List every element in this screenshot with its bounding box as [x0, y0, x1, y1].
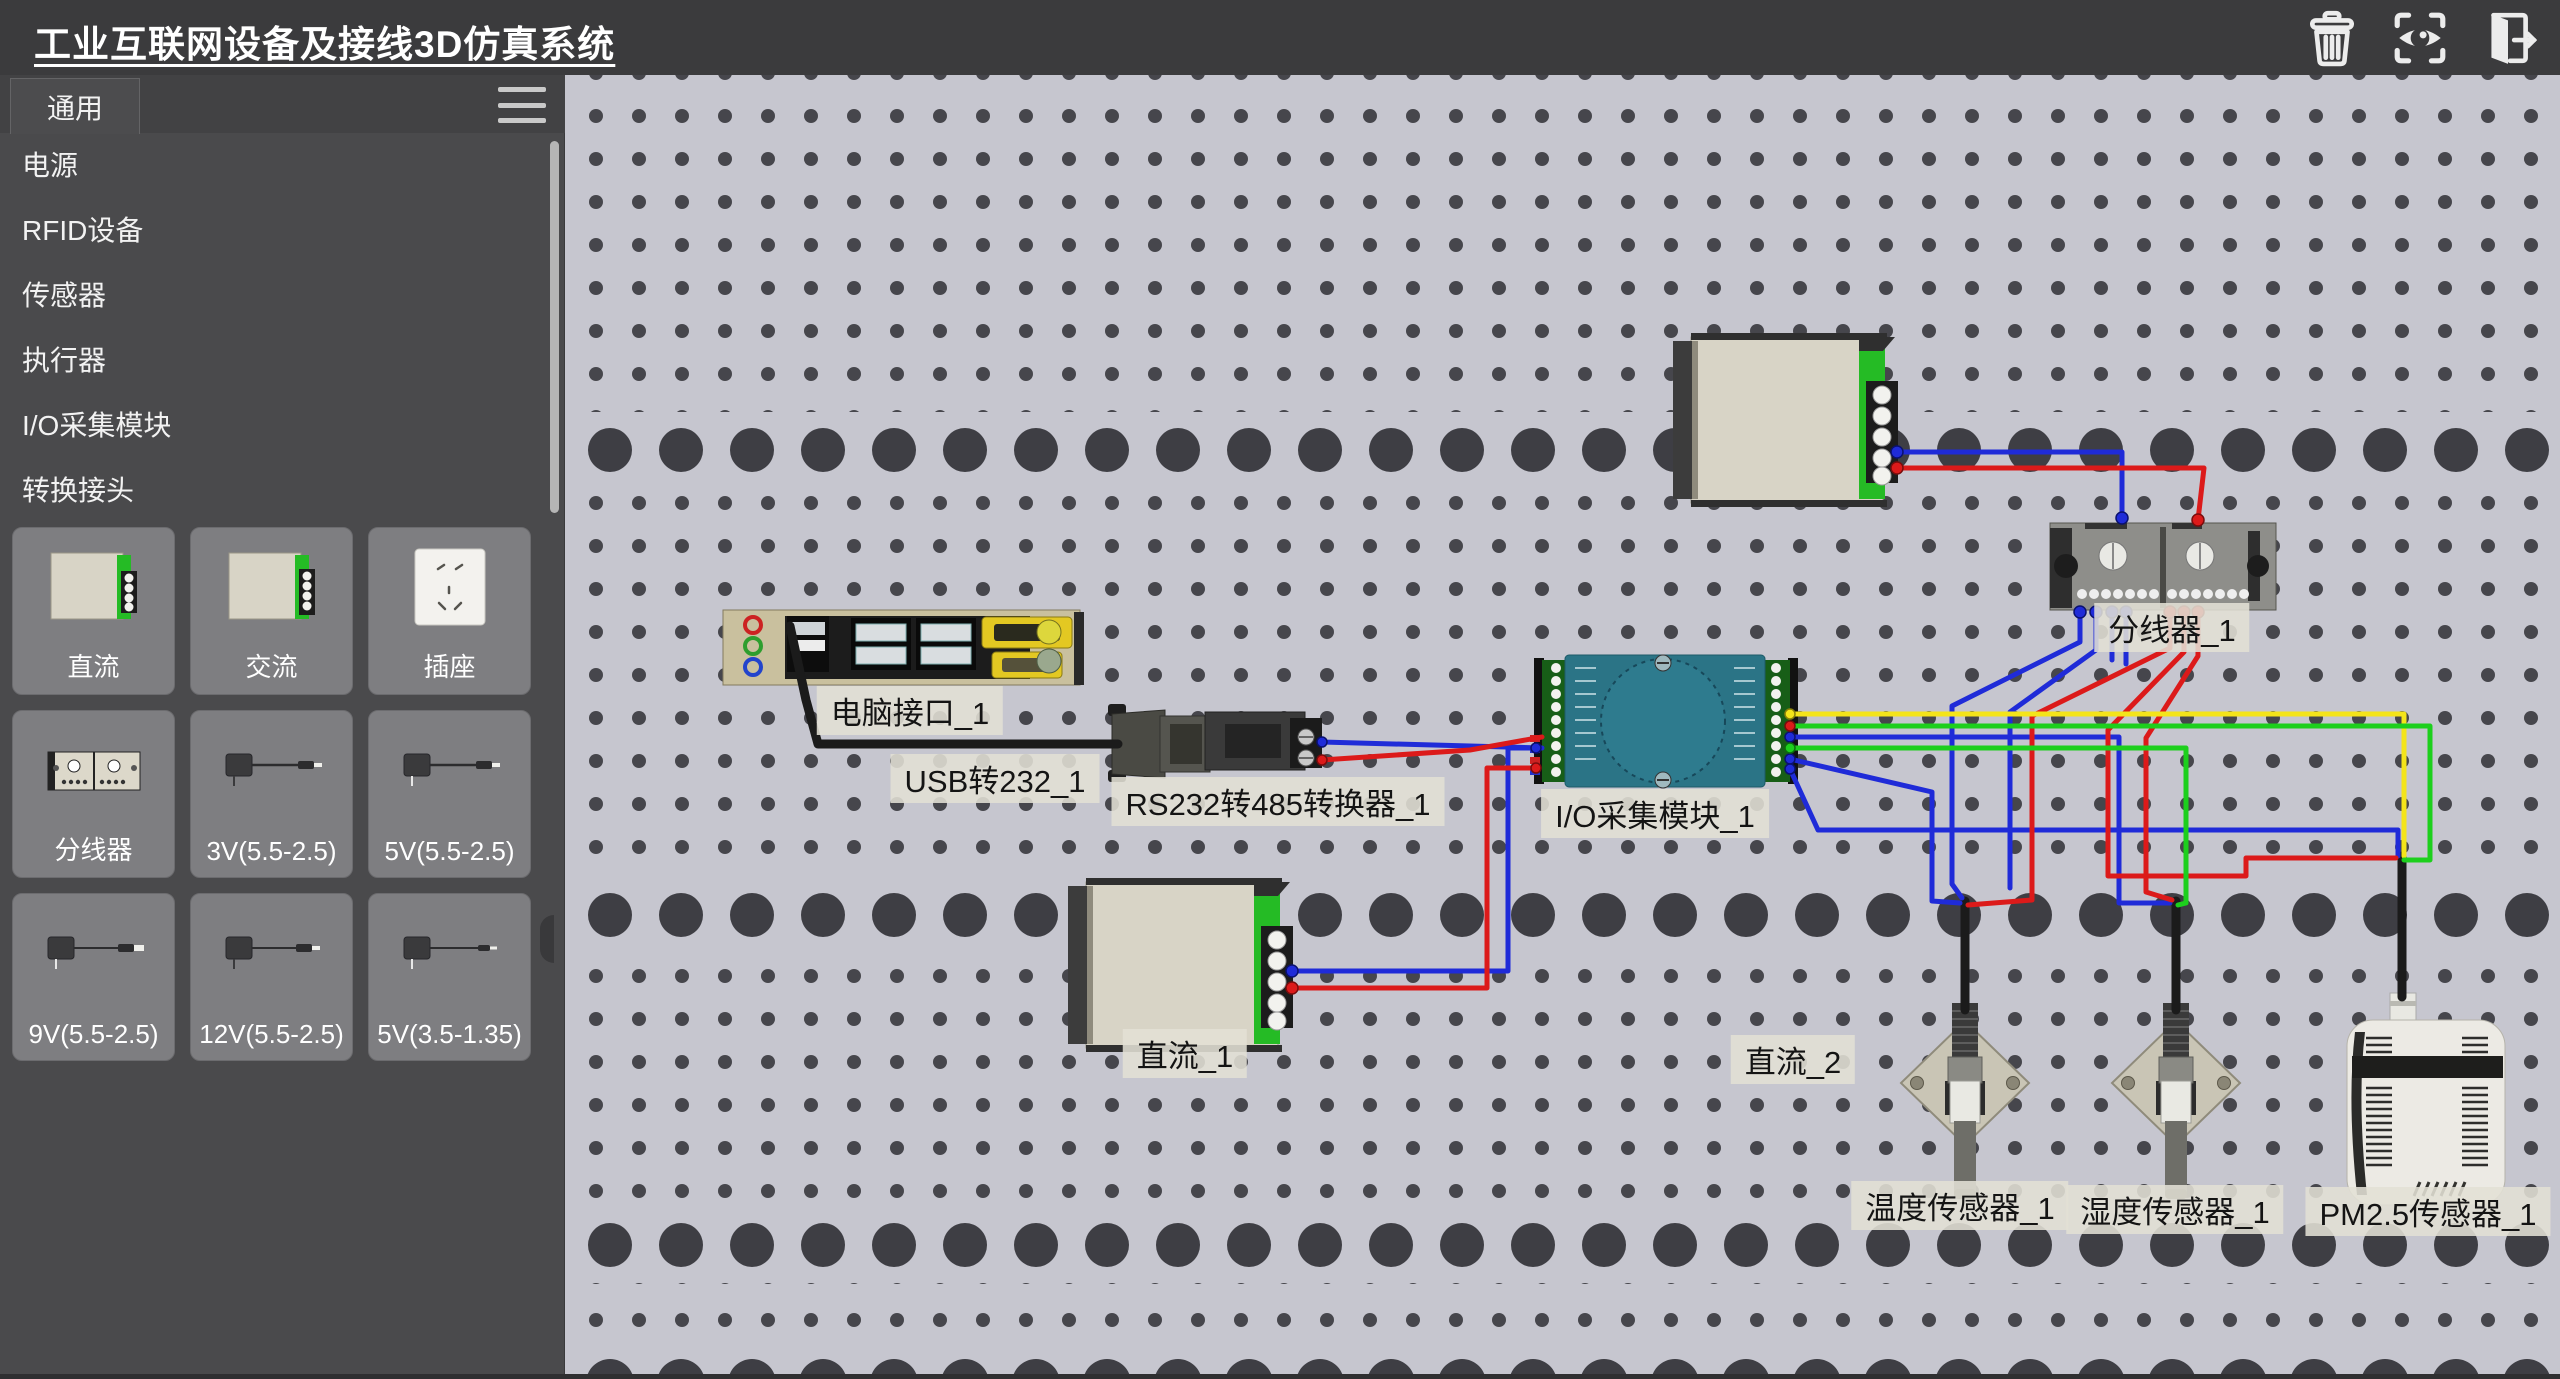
device-usb-232[interactable] [1108, 704, 1210, 782]
device-pc-interface[interactable] [723, 610, 1084, 685]
sidebar: 通用 电源 RFID设备 传感器 执行器 I/O采集模块 转换接头 直流 [0, 75, 565, 1374]
palette-item-9v[interactable]: 9V(5.5-2.5) [12, 893, 175, 1061]
device-label: USB转232_1 [891, 754, 1100, 803]
device-pm25-sensor[interactable] [2347, 993, 2505, 1205]
trash-icon [2303, 9, 2361, 67]
category-sensor[interactable]: 传感器 [0, 263, 565, 328]
device-splitter-1[interactable] [2050, 523, 2276, 610]
palette-item-5v[interactable]: 5V(5.5-2.5) [368, 710, 531, 878]
power-adapter-icon [191, 902, 352, 1007]
dc-supply-icon [13, 536, 174, 641]
device-label: 温度传感器_1 [1851, 1181, 2068, 1230]
palette-item-splitter[interactable]: 分线器 [12, 710, 175, 878]
canvas[interactable]: 直流_2 分线器_1 电脑接口_1 USB转232_1 RS232转485转换器… [565, 75, 2560, 1374]
socket-icon [369, 536, 530, 641]
sidebar-tabbar: 通用 [0, 75, 565, 133]
device-label: 分线器_1 [2094, 603, 2249, 652]
topbar-icons [2302, 8, 2538, 68]
device-label: RS232转485转换器_1 [1112, 777, 1445, 826]
power-adapter-icon [13, 902, 174, 1007]
power-adapter-icon [369, 902, 530, 1007]
palette-item-dc[interactable]: 直流 [12, 527, 175, 695]
app-title: 工业互联网设备及接线3D仿真系统 [34, 14, 615, 68]
hamburger-icon[interactable] [498, 87, 546, 123]
exit-button[interactable] [2478, 8, 2538, 68]
preview-button[interactable] [2390, 8, 2450, 68]
category-power[interactable]: 电源 [0, 133, 565, 198]
palette-item-5v-small[interactable]: 5V(3.5-1.35) [368, 893, 531, 1061]
device-label: PM2.5传感器_1 [2305, 1187, 2550, 1236]
palette-item-3v[interactable]: 3V(5.5-2.5) [190, 710, 353, 878]
pegboard-big-row [565, 412, 2560, 488]
ac-supply-icon [191, 536, 352, 641]
device-label: 湿度传感器_1 [2066, 1185, 2283, 1234]
device-palette: 直流 交流 [12, 527, 552, 1061]
category-adapter[interactable]: 转换接头 [0, 458, 565, 523]
delete-button[interactable] [2302, 8, 2362, 68]
topbar: 工业互联网设备及接线3D仿真系统 [0, 0, 2560, 75]
pegboard-big-row [565, 1345, 2560, 1374]
exit-icon [2479, 9, 2537, 67]
power-adapter-icon [191, 719, 352, 824]
device-dc-2[interactable] [1673, 333, 1898, 507]
device-io-module[interactable] [1530, 655, 1798, 788]
palette-item-ac[interactable]: 交流 [190, 527, 353, 695]
eye-scan-icon [2391, 9, 2449, 67]
palette-item-12v[interactable]: 12V(5.5-2.5) [190, 893, 353, 1061]
pegboard-big-row [565, 877, 2560, 953]
palette-item-socket[interactable]: 插座 [368, 527, 531, 695]
device-rs232-485[interactable] [1205, 712, 1322, 770]
category-io-module[interactable]: I/O采集模块 [0, 393, 565, 458]
category-rfid[interactable]: RFID设备 [0, 198, 565, 263]
tab-general[interactable]: 通用 [10, 78, 140, 134]
category-actuator[interactable]: 执行器 [0, 328, 565, 393]
category-list: 电源 RFID设备 传感器 执行器 I/O采集模块 转换接头 [0, 133, 565, 523]
device-dc-1[interactable] [1068, 878, 1293, 1052]
device-label: 电脑接口_1 [817, 686, 1003, 735]
sidebar-scrollbar[interactable] [550, 141, 559, 513]
device-label: 直流_1 [1123, 1029, 1247, 1078]
device-label: 直流_2 [1731, 1035, 1855, 1084]
splitter-icon [13, 719, 174, 824]
power-adapter-icon [369, 719, 530, 824]
device-label: I/O采集模块_1 [1541, 789, 1769, 838]
